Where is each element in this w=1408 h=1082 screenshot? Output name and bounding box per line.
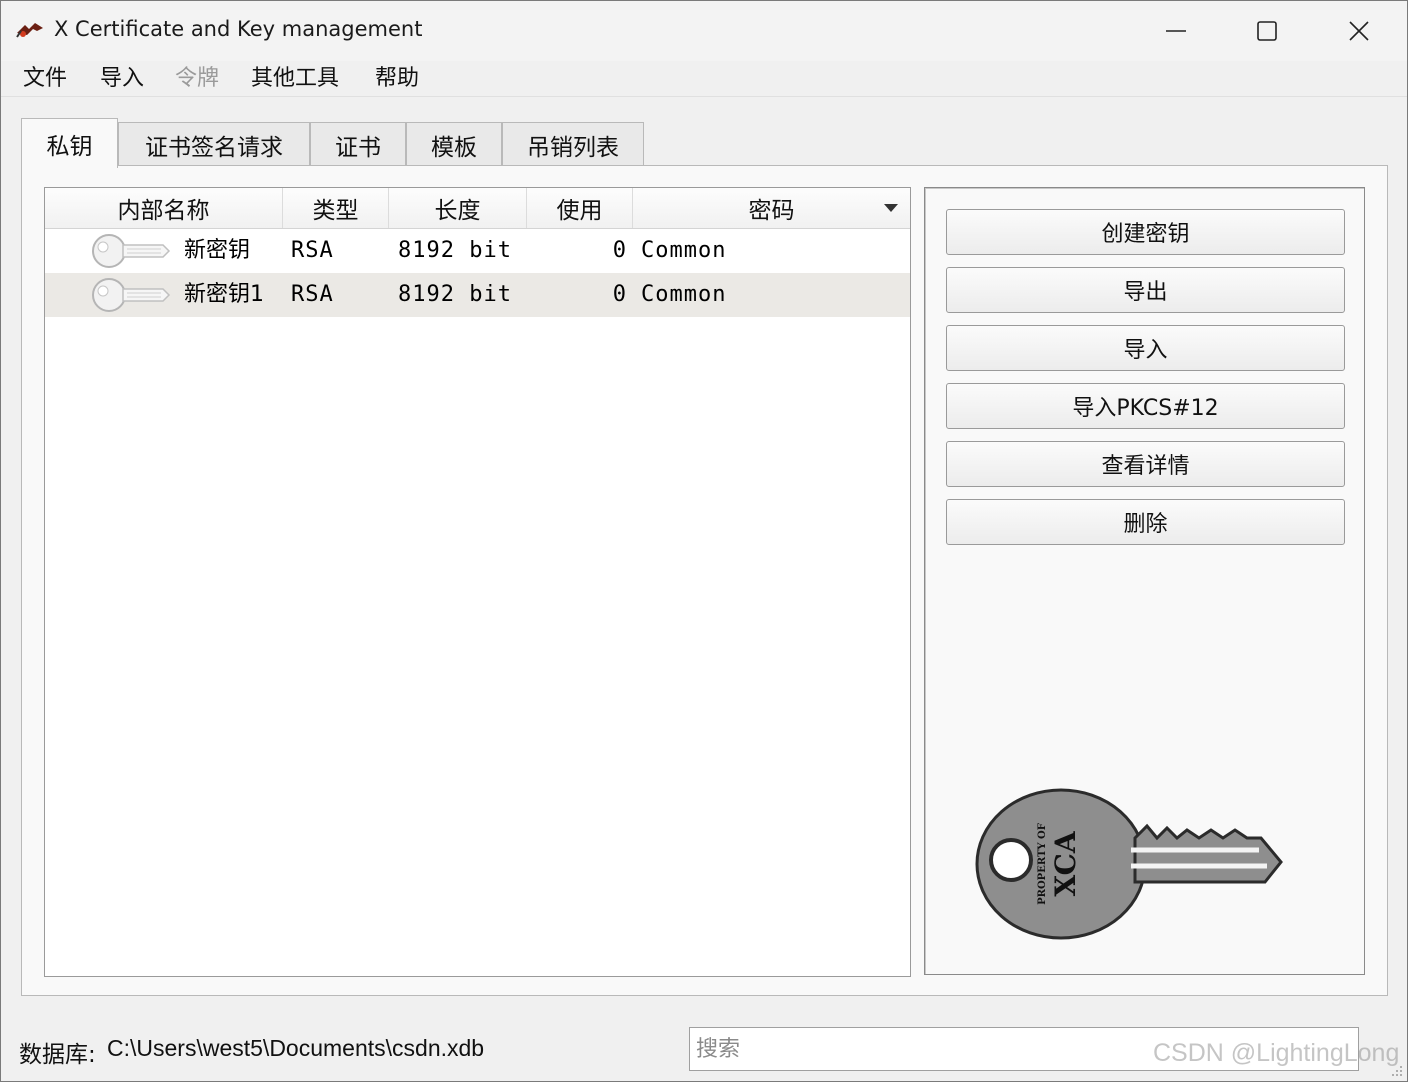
- export-button[interactable]: 导出: [946, 267, 1345, 313]
- minimize-button[interactable]: [1130, 1, 1222, 61]
- menu-file[interactable]: 文件: [23, 63, 67, 95]
- menu-import[interactable]: 导入: [100, 63, 144, 95]
- key-stamp-text: PROPERTY OF: [1037, 823, 1048, 905]
- tab-certificates[interactable]: 证书: [310, 122, 406, 166]
- menu-other-tools[interactable]: 其他工具: [251, 63, 339, 95]
- database-label: 数据库:: [19, 1042, 96, 1068]
- close-icon: [1349, 21, 1369, 41]
- close-button[interactable]: [1313, 1, 1405, 61]
- menu-help[interactable]: 帮助: [375, 63, 419, 95]
- cell-type: RSA: [291, 282, 334, 307]
- table-header: 内部名称 类型 长度 使用 密码: [45, 188, 910, 229]
- tab-panel-private-keys: 内部名称 类型 长度 使用 密码 新密钥 RSA 8192 bit 0 Comm…: [21, 165, 1388, 996]
- cell-length: 8192 bit: [398, 282, 512, 307]
- column-header-length[interactable]: 长度: [389, 188, 527, 228]
- window-title: X Certificate and Key management: [54, 17, 423, 41]
- key-list[interactable]: 内部名称 类型 长度 使用 密码 新密钥 RSA 8192 bit 0 Comm…: [44, 187, 911, 977]
- xca-key-logo-icon: PROPERTY OF XCA: [975, 788, 1283, 940]
- cell-use: 0: [612, 238, 627, 263]
- watermark-text: CSDN @LightingLong: [1153, 1039, 1400, 1067]
- create-key-button[interactable]: 创建密钥: [946, 209, 1345, 255]
- resize-grip-icon[interactable]: [1389, 1063, 1403, 1077]
- maximize-icon: [1257, 21, 1277, 41]
- column-header-type[interactable]: 类型: [283, 188, 389, 228]
- action-panel: 创建密钥 导出 导入 导入PKCS#12 查看详情 删除 PROPERTY OF…: [924, 187, 1365, 975]
- table-row[interactable]: 新密钥1 RSA 8192 bit 0 Common: [45, 273, 910, 317]
- import-button[interactable]: 导入: [946, 325, 1345, 371]
- tab-templates[interactable]: 模板: [406, 122, 502, 166]
- menu-bar: 文件 导入 令牌 其他工具 帮助: [1, 61, 1407, 97]
- app-window: X Certificate and Key management 文件 导入 令…: [0, 0, 1408, 1082]
- cell-type: RSA: [291, 238, 334, 263]
- database-path: C:\Users\west5\Documents\csdn.xdb: [107, 1035, 485, 1061]
- tab-csr[interactable]: 证书签名请求: [118, 122, 310, 166]
- sort-down-icon[interactable]: [884, 204, 898, 212]
- tab-private-keys[interactable]: 私钥: [21, 118, 118, 168]
- show-details-button[interactable]: 查看详情: [946, 441, 1345, 487]
- cell-password: Common: [641, 282, 727, 307]
- column-header-use[interactable]: 使用: [527, 188, 633, 228]
- tab-revocation-lists[interactable]: 吊销列表: [502, 122, 644, 166]
- column-header-password[interactable]: 密码: [633, 188, 910, 228]
- key-icon: [92, 278, 171, 312]
- cell-internal-name: 新密钥: [184, 238, 251, 263]
- key-brand-text: XCA: [1049, 830, 1082, 897]
- cell-length: 8192 bit: [398, 238, 512, 263]
- menu-token[interactable]: 令牌: [175, 63, 219, 95]
- delete-button[interactable]: 删除: [946, 499, 1345, 545]
- cell-use: 0: [612, 282, 627, 307]
- cell-internal-name: 新密钥1: [184, 282, 264, 307]
- table-row[interactable]: 新密钥 RSA 8192 bit 0 Common: [45, 229, 910, 273]
- minimize-icon: [1166, 30, 1186, 32]
- cell-password: Common: [641, 238, 727, 263]
- import-pkcs12-button[interactable]: 导入PKCS#12: [946, 383, 1345, 429]
- maximize-button[interactable]: [1221, 1, 1313, 61]
- key-icon: [92, 234, 171, 268]
- app-logo-icon: [16, 23, 43, 38]
- title-bar[interactable]: X Certificate and Key management: [1, 1, 1407, 61]
- column-header-internal-name[interactable]: 内部名称: [45, 188, 283, 228]
